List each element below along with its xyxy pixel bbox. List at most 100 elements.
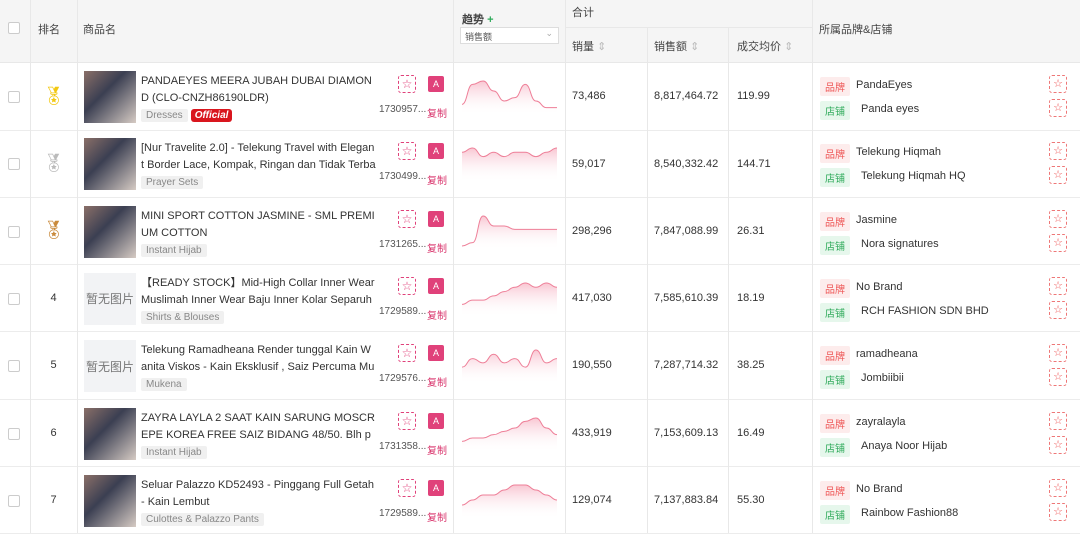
product-thumbnail[interactable] — [84, 407, 136, 460]
amount-sort-header[interactable]: 销售额 ⇕ — [654, 38, 699, 54]
sort-icon: ⇕ — [784, 41, 794, 53]
row-checkbox[interactable] — [8, 158, 20, 171]
product-title[interactable]: Telekung Ramadheana Render tunggal Kain … — [141, 342, 376, 376]
favorite-brand-star-icon[interactable]: ☆ — [1049, 142, 1067, 161]
translate-icon[interactable]: A — [428, 345, 444, 362]
copy-button[interactable]: 复制 — [427, 105, 447, 120]
sort-icon: ⇕ — [690, 41, 700, 53]
favorite-star-icon[interactable]: ☆ — [398, 344, 416, 363]
category-tag[interactable]: Culottes & Palazzo Pants — [141, 512, 264, 526]
avg-price-label: 成交均价 — [737, 41, 781, 53]
product-thumbnail[interactable]: 暂无图片 — [84, 340, 136, 393]
copy-button[interactable]: 复制 — [427, 374, 447, 389]
product-title[interactable]: [Nur Travelite 2.0] - Telekung Travel wi… — [141, 140, 376, 174]
favorite-star-icon[interactable]: ☆ — [398, 75, 416, 93]
product-thumbnail[interactable]: 暂无图片 — [84, 272, 136, 325]
favorite-store-star-icon[interactable]: ☆ — [1049, 166, 1067, 185]
favorite-star-icon[interactable]: ☆ — [398, 142, 416, 161]
translate-icon[interactable]: A — [428, 412, 444, 429]
category-tag[interactable]: Instant Hijab — [141, 243, 207, 257]
row-checkbox[interactable] — [8, 292, 20, 305]
favorite-brand-star-icon[interactable]: ☆ — [1049, 276, 1067, 295]
rank-cell: 7 — [50, 494, 57, 507]
store-name[interactable]: Telekung Hiqmah HQ — [861, 170, 966, 182]
brand-name[interactable]: zayralayla — [856, 416, 906, 428]
product-tags: Culottes & Palazzo Pants — [141, 512, 264, 526]
sparkline-area — [462, 215, 557, 250]
category-tag[interactable]: Shirts & Blouses — [141, 310, 225, 324]
brand-badge: 品牌 — [820, 346, 850, 366]
product-title[interactable]: PANDAEYES MEERA JUBAH DUBAI DIAMOND (CLO… — [141, 73, 376, 107]
favorite-store-star-icon[interactable]: ☆ — [1049, 233, 1067, 252]
brand-name[interactable]: PandaEyes — [856, 79, 912, 91]
store-badge: 店铺 — [820, 302, 850, 322]
gold-medal-icon: 🏅︎ — [42, 85, 65, 106]
product-title[interactable]: ZAYRA LAYLA 2 SAAT KAIN SARUNG MOSCREPE … — [141, 410, 376, 444]
product-id: 1730957... — [379, 104, 427, 115]
copy-button[interactable]: 复制 — [427, 509, 447, 524]
favorite-star-icon[interactable]: ☆ — [398, 209, 416, 228]
translate-icon[interactable]: A — [428, 210, 444, 227]
product-thumbnail[interactable] — [84, 474, 136, 527]
store-name[interactable]: Nora signatures — [861, 238, 939, 250]
translate-icon[interactable]: A — [428, 479, 444, 496]
copy-button[interactable]: 复制 — [427, 240, 447, 255]
copy-button[interactable]: 复制 — [427, 442, 447, 457]
favorite-brand-star-icon[interactable]: ☆ — [1049, 209, 1067, 228]
add-trend-button[interactable]: + — [487, 14, 493, 26]
favorite-store-star-icon[interactable]: ☆ — [1049, 435, 1067, 454]
category-tag[interactable]: Instant Hijab — [141, 445, 207, 459]
select-all-checkbox[interactable] — [8, 22, 20, 34]
row-checkbox[interactable] — [8, 427, 20, 440]
store-name[interactable]: Rainbow Fashion88 — [861, 507, 958, 519]
product-title[interactable]: MINI SPORT COTTON JASMINE - SML PREMIUM … — [141, 208, 376, 242]
favorite-star-icon[interactable]: ☆ — [398, 478, 416, 497]
avg-price-sort-header[interactable]: 成交均价 ⇕ — [737, 38, 793, 54]
brand-name[interactable]: Telekung Hiqmah — [856, 146, 941, 158]
category-tag[interactable]: Prayer Sets — [141, 176, 204, 190]
product-title[interactable]: 【READY STOCK】Mid-High Collar Inner Wear … — [141, 275, 376, 309]
favorite-brand-star-icon[interactable]: ☆ — [1049, 75, 1067, 93]
store-name[interactable]: RCH FASHION SDN BHD — [861, 305, 989, 317]
table-row: 🏅︎ [Nur Travelite 2.0] - Telekung Travel… — [0, 130, 1080, 198]
store-name[interactable]: Anaya Noor Hijab — [861, 440, 947, 452]
table-row: 🏅︎ PANDAEYES MEERA JUBAH DUBAI DIAMOND (… — [0, 63, 1080, 131]
copy-button[interactable]: 复制 — [427, 172, 447, 187]
brand-badge: 品牌 — [820, 144, 850, 164]
category-tag[interactable]: Dresses — [141, 109, 188, 122]
row-checkbox[interactable] — [8, 360, 20, 373]
row-checkbox[interactable] — [8, 91, 20, 103]
sales-sort-header[interactable]: 销量 ⇕ — [572, 38, 606, 54]
sparkline-area — [462, 350, 557, 385]
favorite-star-icon[interactable]: ☆ — [398, 411, 416, 430]
table-row: 7 Seluar Palazzo KD52493 - Pinggang Full… — [0, 467, 1080, 534]
row-checkbox[interactable] — [8, 225, 20, 238]
brand-name[interactable]: Jasmine — [856, 214, 897, 226]
row-checkbox[interactable] — [8, 494, 20, 507]
favorite-brand-star-icon[interactable]: ☆ — [1049, 411, 1067, 430]
brand-name[interactable]: No Brand — [856, 281, 902, 293]
translate-icon[interactable]: A — [428, 277, 444, 294]
favorite-store-star-icon[interactable]: ☆ — [1049, 99, 1067, 117]
trend-metric-select[interactable]: 销售额 ⌄ — [460, 27, 559, 44]
product-thumbnail[interactable] — [84, 138, 136, 191]
translate-icon[interactable]: A — [428, 143, 444, 160]
favorite-brand-star-icon[interactable]: ☆ — [1049, 478, 1067, 497]
store-name[interactable]: Jombiibii — [861, 372, 904, 384]
favorite-store-star-icon[interactable]: ☆ — [1049, 300, 1067, 319]
product-thumbnail[interactable] — [84, 71, 136, 123]
translate-icon[interactable]: A — [428, 76, 444, 92]
store-name[interactable]: Panda eyes — [861, 103, 919, 115]
sales-value: 73,486 — [572, 90, 606, 103]
category-tag[interactable]: Mukena — [141, 378, 187, 392]
product-title[interactable]: Seluar Palazzo KD52493 - Pinggang Full G… — [141, 477, 376, 511]
brand-name[interactable]: No Brand — [856, 483, 902, 495]
favorite-brand-star-icon[interactable]: ☆ — [1049, 344, 1067, 363]
product-thumbnail[interactable] — [84, 205, 136, 258]
favorite-store-star-icon[interactable]: ☆ — [1049, 502, 1067, 521]
favorite-star-icon[interactable]: ☆ — [398, 276, 416, 295]
trend-label: 趋势 — [462, 14, 484, 26]
copy-button[interactable]: 复制 — [427, 307, 447, 322]
brand-name[interactable]: ramadheana — [856, 348, 918, 360]
favorite-store-star-icon[interactable]: ☆ — [1049, 368, 1067, 387]
